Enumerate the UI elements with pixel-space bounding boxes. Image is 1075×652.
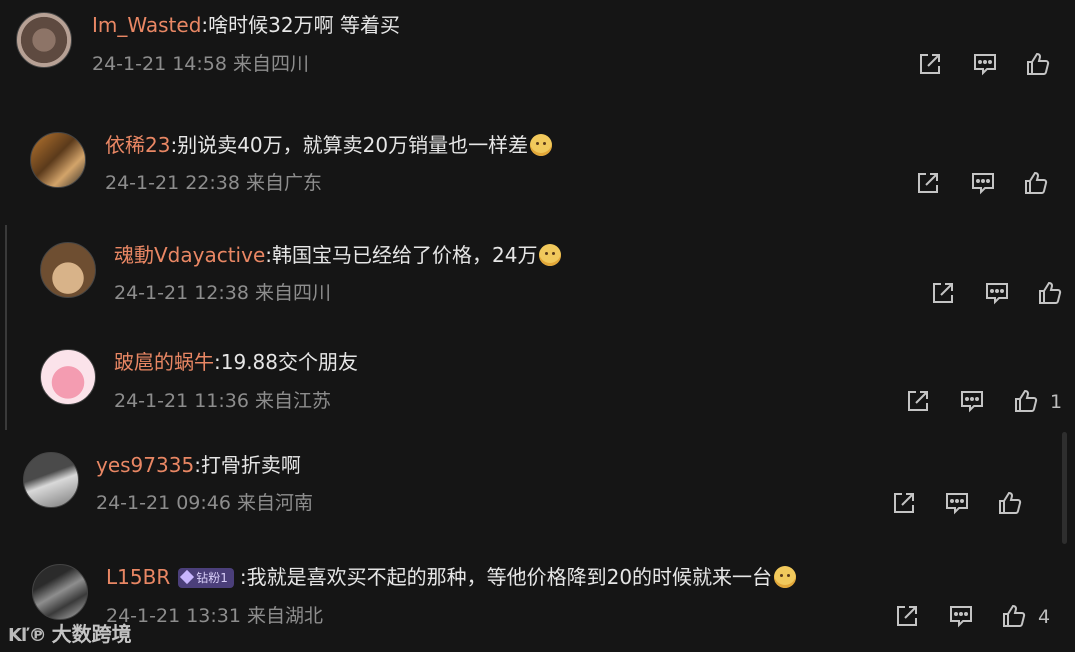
comment-text: 别说卖40万，就算卖20万销量也一样差 bbox=[177, 133, 529, 157]
username[interactable]: 依稀23 bbox=[105, 133, 170, 157]
timestamp: 24-1-21 11:36 bbox=[114, 390, 249, 412]
watermark: Kľ℗ 大数跨境 bbox=[8, 618, 132, 647]
avatar[interactable] bbox=[30, 132, 86, 188]
like-count: 1 bbox=[1050, 391, 1063, 413]
thumbs-up-icon[interactable] bbox=[1022, 169, 1050, 197]
fan-badge[interactable]: 钻粉1 bbox=[178, 568, 234, 588]
location: 来自河南 bbox=[237, 492, 314, 514]
comment-text: 啥时候32万啊 等着买 bbox=[208, 13, 400, 37]
location: 来自四川 bbox=[255, 282, 332, 304]
timestamp: 24-1-21 09:46 bbox=[96, 492, 231, 514]
comment-item: Im_Wasted:啥时候32万啊 等着买 24-1-21 14:58 来自四川 bbox=[0, 0, 1075, 100]
share-icon[interactable] bbox=[904, 387, 932, 415]
like-count: 4 bbox=[1038, 606, 1051, 628]
comment-item: yes97335:打骨折卖啊 24-1-21 09:46 来自河南 bbox=[0, 440, 1075, 540]
comment-item: 跛扈的蜗牛:19.88交个朋友 24-1-21 11:36 来自江苏 1 bbox=[0, 337, 1075, 437]
username[interactable]: 魂動Vdayactive bbox=[114, 243, 265, 267]
username[interactable]: Im_Wasted bbox=[92, 13, 201, 37]
share-icon[interactable] bbox=[929, 279, 957, 307]
username[interactable]: 跛扈的蜗牛 bbox=[114, 350, 214, 374]
share-icon[interactable] bbox=[916, 50, 944, 78]
location: 来自广东 bbox=[246, 172, 323, 194]
timestamp: 24-1-21 22:38 bbox=[105, 172, 240, 194]
watermark-logo: Kľ℗ bbox=[8, 625, 47, 646]
doge-emoji-icon bbox=[774, 566, 797, 588]
username[interactable]: yes97335 bbox=[96, 453, 194, 477]
timestamp: 24-1-21 14:58 bbox=[92, 53, 227, 75]
comment-text: 韩国宝马已经给了价格，24万 bbox=[272, 243, 538, 267]
comment-item: 魂動Vdayactive:韩国宝马已经给了价格，24万 24-1-21 12:3… bbox=[0, 230, 1075, 330]
timestamp: 24-1-21 12:38 bbox=[114, 282, 249, 304]
location: 来自四川 bbox=[233, 53, 310, 75]
comment-icon[interactable] bbox=[969, 169, 997, 197]
avatar[interactable] bbox=[40, 242, 96, 298]
comment-text: 打骨折卖啊 bbox=[200, 453, 301, 477]
thumbs-up-icon[interactable] bbox=[1024, 50, 1052, 78]
thumbs-up-icon[interactable] bbox=[1036, 279, 1064, 307]
avatar[interactable] bbox=[32, 564, 88, 620]
thumbs-up-icon[interactable] bbox=[996, 489, 1024, 517]
share-icon[interactable] bbox=[914, 169, 942, 197]
thumbs-up-icon[interactable] bbox=[1012, 387, 1040, 415]
comment-text: 我就是喜欢买不起的那种，等他价格降到20的时候就来一台 bbox=[246, 565, 773, 589]
avatar[interactable] bbox=[23, 452, 79, 508]
comment-icon[interactable] bbox=[947, 602, 975, 630]
avatar[interactable] bbox=[40, 349, 96, 405]
comment-icon[interactable] bbox=[971, 50, 999, 78]
diamond-icon bbox=[180, 569, 195, 585]
comment-text: 19.88交个朋友 bbox=[220, 350, 359, 374]
comment-item: 依稀23:别说卖40万，就算卖20万销量也一样差 24-1-21 22:38 来… bbox=[0, 120, 1075, 220]
location: 来自湖北 bbox=[247, 605, 324, 627]
watermark-text: 大数跨境 bbox=[51, 622, 132, 646]
location: 来自江苏 bbox=[255, 390, 332, 412]
doge-emoji-icon bbox=[539, 244, 562, 266]
comment-item: L15BR 钻粉1:我就是喜欢买不起的那种，等他价格降到20的时候就来一台 24-… bbox=[0, 552, 1075, 652]
comment-icon[interactable] bbox=[958, 387, 986, 415]
avatar[interactable] bbox=[16, 12, 72, 68]
comment-icon[interactable] bbox=[943, 489, 971, 517]
share-icon[interactable] bbox=[893, 602, 921, 630]
comment-icon[interactable] bbox=[983, 279, 1011, 307]
thumbs-up-icon[interactable] bbox=[1000, 602, 1028, 630]
doge-emoji-icon bbox=[530, 134, 553, 156]
username[interactable]: L15BR bbox=[106, 565, 170, 589]
share-icon[interactable] bbox=[890, 489, 918, 517]
